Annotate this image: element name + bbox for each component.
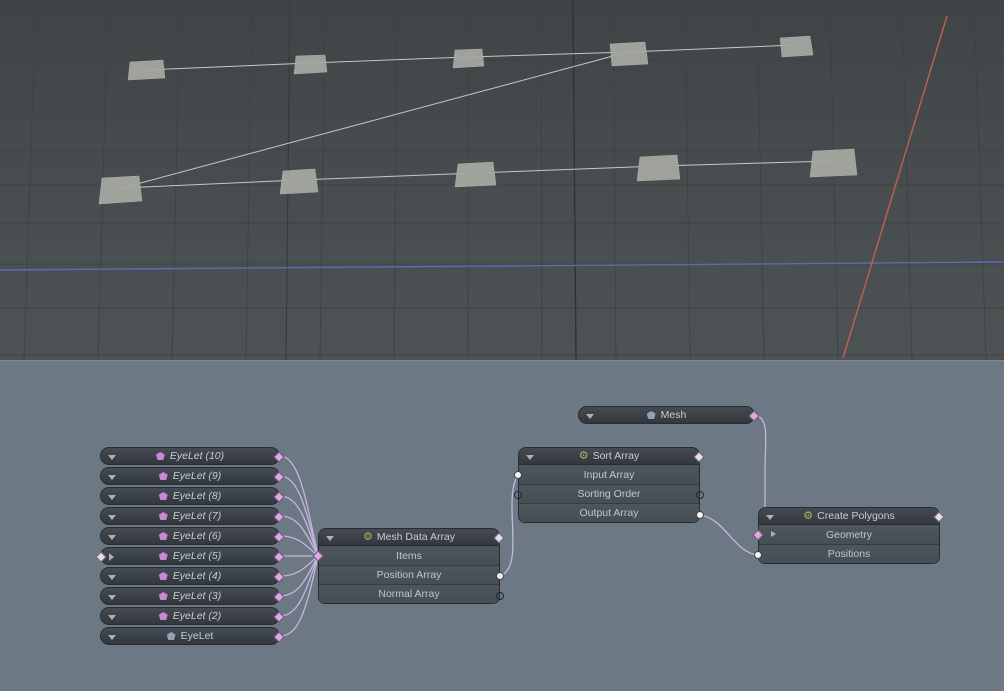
collapse-triangle-icon[interactable] bbox=[108, 535, 116, 540]
port-label: Items bbox=[396, 550, 422, 562]
port-label: Normal Array bbox=[378, 588, 439, 600]
node-eyelet-10[interactable]: EyeLet (10) bbox=[100, 447, 280, 465]
schematic-panel[interactable]: EyeLet (10) EyeLet (9) EyeLet (8) EyeLet… bbox=[0, 360, 1004, 691]
node-eyelet-3[interactable]: EyeLet (3) bbox=[100, 587, 280, 605]
node-eyelet-4[interactable]: EyeLet (4) bbox=[100, 567, 280, 585]
mesh-instance-icon bbox=[159, 512, 168, 520]
port-label: Geometry bbox=[826, 529, 872, 541]
node-eyelet-6[interactable]: EyeLet (6) bbox=[100, 527, 280, 545]
node-title: Mesh Data Array bbox=[377, 531, 455, 543]
normal-array-connector-circle[interactable] bbox=[496, 592, 504, 600]
port-label: Sorting Order bbox=[577, 488, 640, 500]
mesh-instance-icon bbox=[156, 452, 165, 460]
node-title: EyeLet (10) bbox=[170, 450, 224, 462]
collapse-triangle-icon[interactable] bbox=[108, 475, 116, 480]
node-title: Create Polygons bbox=[817, 510, 895, 522]
node-eyelet-7[interactable]: EyeLet (7) bbox=[100, 507, 280, 525]
collapse-triangle-icon[interactable] bbox=[326, 536, 334, 541]
node-title: EyeLet (5) bbox=[173, 550, 221, 562]
node-eyelet-5[interactable]: EyeLet (5) bbox=[100, 547, 280, 565]
node-mesh[interactable]: Mesh bbox=[578, 406, 755, 424]
node-title: EyeLet (7) bbox=[173, 510, 221, 522]
mesh-icon bbox=[647, 411, 656, 419]
node-title: Mesh bbox=[661, 409, 687, 421]
node-eyelet-8[interactable]: EyeLet (8) bbox=[100, 487, 280, 505]
port-normal-array[interactable]: Normal Array bbox=[319, 584, 499, 603]
mesh-instance-icon bbox=[159, 532, 168, 540]
node-title: EyeLet bbox=[181, 630, 214, 642]
application-window: EyeLet (10) EyeLet (9) EyeLet (8) EyeLet… bbox=[0, 0, 1004, 691]
gear-icon: ⚙ bbox=[363, 532, 373, 543]
mesh-instance-icon bbox=[159, 552, 168, 560]
mesh-instance-icon bbox=[159, 472, 168, 480]
gear-icon: ⚙ bbox=[803, 511, 813, 522]
node-title: EyeLet (2) bbox=[173, 610, 221, 622]
wire-eyelet2-items bbox=[280, 556, 318, 616]
collapse-triangle-icon[interactable] bbox=[108, 615, 116, 620]
sorting-order-connector-circle[interactable] bbox=[696, 491, 704, 499]
port-items[interactable]: Items bbox=[319, 546, 499, 565]
mesh-icon bbox=[167, 632, 176, 640]
port-geometry[interactable]: Geometry bbox=[759, 525, 939, 544]
node-mesh-data-array[interactable]: ⚙ Mesh Data Array Items Position Array N… bbox=[318, 528, 500, 604]
node-title: EyeLet (9) bbox=[173, 470, 221, 482]
port-sorting-order[interactable]: Sorting Order bbox=[519, 484, 699, 503]
mesh-instance-icon bbox=[159, 592, 168, 600]
collapse-triangle-icon[interactable] bbox=[526, 455, 534, 460]
collapse-triangle-icon[interactable] bbox=[108, 595, 116, 600]
collapse-triangle-icon[interactable] bbox=[108, 455, 116, 460]
gear-icon: ⚙ bbox=[579, 451, 589, 462]
node-title: EyeLet (8) bbox=[173, 490, 221, 502]
port-position-array[interactable]: Position Array bbox=[319, 565, 499, 584]
node-sort-array[interactable]: ⚙ Sort Array Input Array Sorting Order O… bbox=[518, 447, 700, 523]
collapse-triangle-icon[interactable] bbox=[108, 515, 116, 520]
node-title: EyeLet (4) bbox=[173, 570, 221, 582]
port-input-array[interactable]: Input Array bbox=[519, 465, 699, 484]
expand-subports-triangle-icon[interactable] bbox=[771, 531, 776, 537]
node-eyelet[interactable]: EyeLet bbox=[100, 627, 280, 645]
port-label: Output Array bbox=[580, 507, 639, 519]
collapse-triangle-icon[interactable] bbox=[766, 515, 774, 520]
port-label: Positions bbox=[828, 548, 871, 560]
port-label: Input Array bbox=[584, 469, 635, 481]
node-title: EyeLet (6) bbox=[173, 530, 221, 542]
node-eyelet-2[interactable]: EyeLet (2) bbox=[100, 607, 280, 625]
port-positions[interactable]: Positions bbox=[759, 544, 939, 563]
viewport-canvas[interactable] bbox=[0, 0, 1004, 360]
port-output-array[interactable]: Output Array bbox=[519, 503, 699, 522]
port-label: Position Array bbox=[377, 569, 442, 581]
input-array-connector-circle[interactable] bbox=[514, 471, 522, 479]
node-eyelet-9[interactable]: EyeLet (9) bbox=[100, 467, 280, 485]
mesh-instance-icon bbox=[159, 492, 168, 500]
collapse-triangle-icon[interactable] bbox=[586, 414, 594, 419]
wire-positionarray-inputarray bbox=[500, 475, 518, 576]
node-title: Sort Array bbox=[593, 450, 640, 462]
expand-triangle-icon[interactable] bbox=[109, 553, 114, 561]
positions-connector-circle[interactable] bbox=[754, 551, 762, 559]
collapse-triangle-icon[interactable] bbox=[108, 575, 116, 580]
position-array-connector-circle[interactable] bbox=[496, 572, 504, 580]
mesh-instance-icon bbox=[159, 612, 168, 620]
sorting-order-left-connector-circle[interactable] bbox=[514, 491, 522, 499]
collapse-triangle-icon[interactable] bbox=[108, 495, 116, 500]
output-array-connector-circle[interactable] bbox=[696, 511, 704, 519]
node-title: EyeLet (3) bbox=[173, 590, 221, 602]
mesh-instance-icon bbox=[159, 572, 168, 580]
viewport-3d[interactable] bbox=[0, 0, 1004, 360]
wire-outputarray-positions bbox=[700, 515, 758, 555]
node-create-polygons[interactable]: ⚙ Create Polygons Geometry Positions bbox=[758, 507, 940, 564]
collapse-triangle-icon[interactable] bbox=[108, 635, 116, 640]
